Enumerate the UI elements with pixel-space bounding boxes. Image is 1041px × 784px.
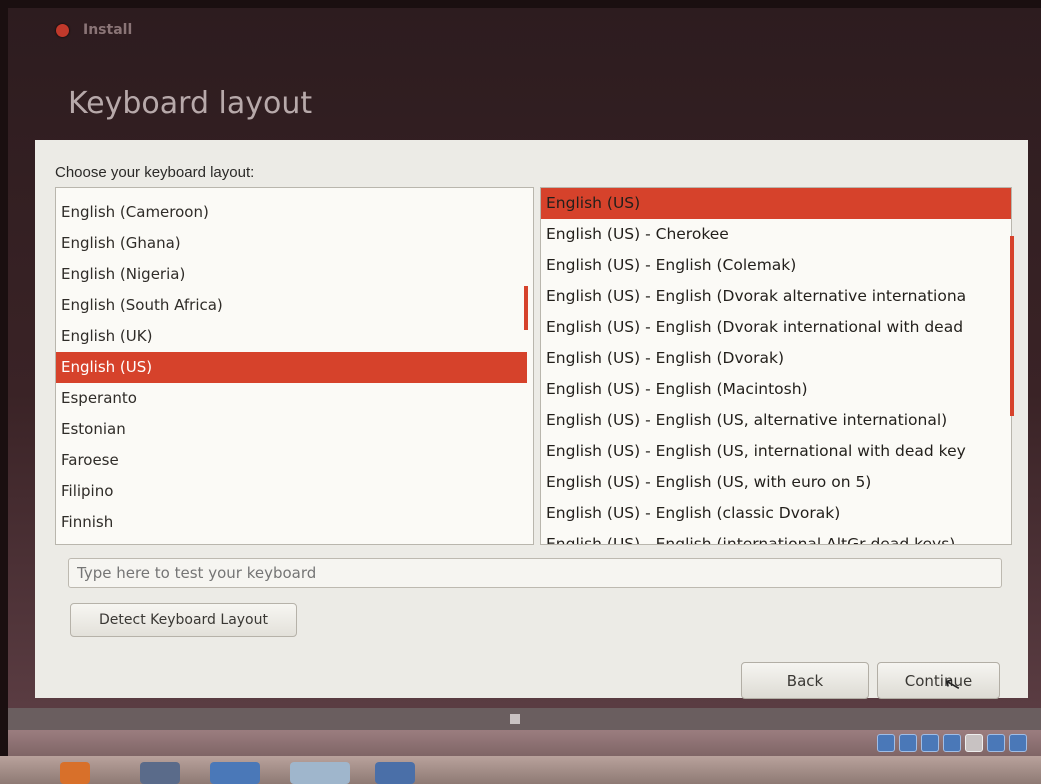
list-item[interactable]: English (US) - English (classic Dvorak) [541,498,1011,529]
list-item-selected[interactable]: English (US) [56,352,527,383]
list-item[interactable]: Faroese [56,445,533,476]
continue-button[interactable]: Continue [877,662,1000,699]
window-title: Install [83,22,133,38]
list-item[interactable]: English (US) - English (Dvorak alternati… [541,281,1011,312]
system-tray [877,734,1027,752]
right-list-scrollbar[interactable] [1010,236,1014,416]
back-button[interactable]: Back [741,662,869,699]
list-item[interactable]: English (US) - English (Dvorak internati… [541,312,1011,343]
choose-layout-label: Choose your keyboard layout: [55,164,255,181]
list-item[interactable]: English (US) - English (US, internationa… [541,436,1011,467]
content-panel: Choose your keyboard layout: English (Ca… [35,140,1028,699]
list-item[interactable]: English (US) - English (international Al… [541,529,1011,544]
network-icon[interactable] [877,734,895,752]
keyboard-icon[interactable] [1009,734,1027,752]
list-item[interactable]: Filipino [56,476,533,507]
install-progress-strip [8,708,1041,730]
storage-icon[interactable] [987,734,1005,752]
list-top-spacer [56,188,533,197]
list-item[interactable]: English (US) - English (Dvorak) [541,343,1011,374]
list-item[interactable]: English (Cameroon) [56,197,533,228]
app-icon[interactable] [375,762,415,784]
list-item[interactable]: English (US) - English (Colemak) [541,250,1011,281]
blank-icon[interactable] [965,734,983,752]
list-item[interactable]: English (South Africa) [56,290,533,321]
list-item[interactable]: English (US) - English (US, alternative … [541,405,1011,436]
close-icon[interactable] [56,23,69,37]
list-item[interactable]: English (Ghana) [56,228,533,259]
progress-indicator [510,714,520,724]
list-item[interactable]: Finnish [56,507,533,538]
title-bar: Install [8,8,1041,52]
list-item[interactable]: Esperanto [56,383,533,414]
page-title: Keyboard layout [68,86,313,121]
left-list-scrollbar[interactable] [524,286,528,330]
app-icon[interactable] [60,762,90,784]
list-item[interactable]: English (Nigeria) [56,259,533,290]
layout-variant-list[interactable]: English (US) English (US) - Cherokee Eng… [540,187,1012,545]
layout-country-list[interactable]: English (Cameroon) English (Ghana) Engli… [55,187,534,545]
list-item-selected[interactable]: English (US) [541,188,1011,219]
list-item[interactable]: Estonian [56,414,533,445]
pen-icon[interactable] [921,734,939,752]
keyboard-test-input[interactable] [68,558,1002,588]
detect-keyboard-layout-button[interactable]: Detect Keyboard Layout [70,603,297,637]
app-icon[interactable] [210,762,260,784]
list-item[interactable]: English (US) - English (US, with euro on… [541,467,1011,498]
list-item[interactable]: English (UK) [56,321,533,352]
list-item[interactable]: English (US) - Cherokee [541,219,1011,250]
list-item[interactable]: English (US) - English (Macintosh) [541,374,1011,405]
mail-icon[interactable] [140,762,180,784]
globe-icon[interactable] [899,734,917,752]
display-icon[interactable] [943,734,961,752]
app-icon[interactable] [290,762,350,784]
